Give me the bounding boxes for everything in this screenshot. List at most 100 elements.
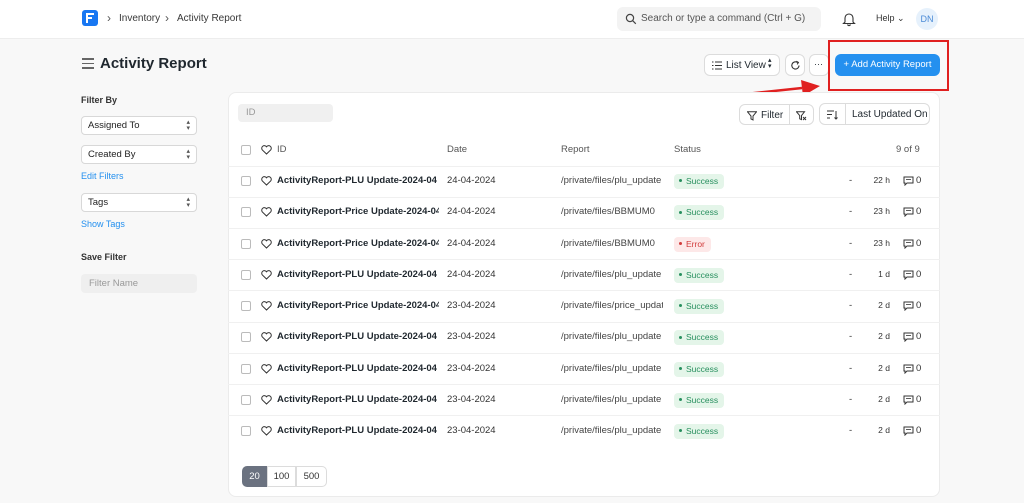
page-size-100-button[interactable]: 100 bbox=[267, 466, 296, 487]
tags-select[interactable]: Tags ▴ ▾ bbox=[81, 193, 197, 212]
filter-button[interactable]: Filter bbox=[739, 104, 814, 125]
row-divider bbox=[228, 227, 940, 229]
heart-icon[interactable] bbox=[261, 238, 272, 249]
select-caret-icon: ▴ ▾ bbox=[186, 119, 190, 132]
sidebar-toggle-icon[interactable] bbox=[82, 58, 94, 70]
row-report-path: /private/files/BBMUM0 bbox=[561, 237, 655, 249]
page-size-20-button[interactable]: 20 bbox=[242, 466, 267, 487]
refresh-icon bbox=[791, 60, 800, 70]
more-icon: ··· bbox=[814, 59, 823, 69]
column-header-report: Report bbox=[561, 144, 590, 155]
row-name[interactable]: ActivityReport-PLU Update-2024-04 bbox=[277, 331, 439, 342]
row-checkbox[interactable] bbox=[241, 394, 251, 405]
row-modified: 2 d bbox=[878, 331, 890, 342]
list-view-button[interactable]: List View ▴ ▾ bbox=[704, 54, 780, 76]
row-date: 24-04-2024 bbox=[447, 268, 496, 280]
row-name[interactable]: ActivityReport-PLU Update-2024-04 bbox=[277, 394, 439, 405]
heart-icon[interactable] bbox=[261, 363, 272, 374]
row-name[interactable]: ActivityReport-Price Update-2024-04 bbox=[277, 300, 439, 311]
row-checkbox[interactable] bbox=[241, 301, 251, 311]
comment-icon bbox=[903, 270, 914, 280]
row-checkbox[interactable] bbox=[241, 176, 251, 186]
created-by-select[interactable]: Created By ▴ ▾ bbox=[81, 145, 197, 164]
app-logo-icon[interactable] bbox=[82, 10, 98, 26]
row-dash: - bbox=[849, 206, 853, 218]
notification-bell-icon[interactable] bbox=[842, 11, 856, 27]
row-name[interactable]: ActivityReport-Price Update-2024-04 bbox=[277, 206, 439, 217]
assigned-to-label: Assigned To bbox=[88, 120, 140, 131]
row-name[interactable]: ActivityReport-Price Update-2024-04 bbox=[277, 238, 439, 249]
search-input[interactable]: Search or type a command (Ctrl + G) bbox=[617, 7, 821, 31]
heart-icon[interactable] bbox=[261, 269, 272, 280]
heart-icon[interactable] bbox=[261, 426, 272, 436]
list-icon bbox=[712, 61, 722, 70]
row-modified: 1 d bbox=[878, 268, 890, 279]
row-checkbox[interactable] bbox=[241, 207, 251, 218]
row-report-path: /private/files/plu_update bbox=[561, 393, 662, 405]
select-all-checkbox[interactable] bbox=[241, 145, 251, 155]
comment-icon bbox=[903, 239, 914, 249]
record-count: 9 of 9 bbox=[896, 144, 920, 155]
help-dropdown[interactable]: Help ⌄ bbox=[876, 13, 905, 24]
row-dash: - bbox=[849, 393, 853, 405]
row-checkbox[interactable] bbox=[241, 332, 251, 343]
filter-icon bbox=[747, 111, 757, 121]
page-title: Activity Report bbox=[100, 55, 207, 72]
id-filter-input[interactable]: ID bbox=[238, 104, 333, 122]
row-date: 24-04-2024 bbox=[447, 175, 496, 186]
row-report-path: /private/files/plu_update bbox=[561, 268, 662, 280]
more-options-button[interactable]: ··· bbox=[809, 54, 829, 76]
row-modified: 22 h bbox=[873, 175, 890, 185]
heart-icon[interactable] bbox=[261, 207, 272, 217]
select-caret-icon: ▴ ▾ bbox=[768, 57, 772, 70]
row-comment-count: 0 bbox=[916, 237, 922, 249]
row-checkbox[interactable] bbox=[241, 363, 251, 374]
breadcrumb-activity-report[interactable]: Activity Report bbox=[177, 13, 241, 24]
assigned-to-select[interactable]: Assigned To ▴ ▾ bbox=[81, 116, 197, 135]
row-checkbox[interactable] bbox=[241, 426, 251, 436]
show-tags-link[interactable]: Show Tags bbox=[81, 219, 125, 229]
avatar[interactable]: DN bbox=[916, 8, 938, 30]
row-comment-count: 0 bbox=[916, 393, 922, 405]
filter-clear-icon[interactable] bbox=[796, 111, 807, 121]
row-date: 24-04-2024 bbox=[447, 237, 496, 249]
help-label: Help bbox=[876, 13, 895, 23]
heart-icon[interactable] bbox=[261, 145, 272, 155]
status-label: Error bbox=[686, 238, 705, 249]
filter-label: Filter bbox=[761, 110, 784, 121]
row-name[interactable]: ActivityReport-PLU Update-2024-04 bbox=[277, 269, 439, 280]
row-report-path: /private/files/BBMUM0 bbox=[561, 206, 655, 218]
row-name[interactable]: ActivityReport-PLU Update-2024-04 bbox=[277, 425, 439, 436]
status-badge: Success bbox=[674, 174, 725, 189]
row-divider bbox=[228, 321, 940, 323]
status-badge: Success bbox=[674, 330, 725, 346]
comment-icon bbox=[903, 301, 914, 311]
refresh-button[interactable] bbox=[785, 54, 805, 76]
heart-icon[interactable] bbox=[261, 176, 272, 186]
tags-label: Tags bbox=[88, 197, 109, 208]
status-label: Success bbox=[686, 426, 719, 436]
breadcrumb-inventory[interactable]: Inventory bbox=[119, 13, 160, 24]
comment-icon bbox=[903, 395, 914, 405]
status-badge: Success bbox=[674, 424, 725, 439]
heart-icon[interactable] bbox=[261, 301, 272, 311]
row-modified: 2 d bbox=[878, 425, 890, 435]
status-label: Success bbox=[686, 207, 719, 218]
status-badge: Error bbox=[674, 236, 711, 252]
row-name[interactable]: ActivityReport-PLU Update-2024-04 bbox=[277, 175, 439, 186]
row-divider bbox=[228, 259, 940, 261]
row-checkbox[interactable] bbox=[241, 238, 251, 249]
row-checkbox[interactable] bbox=[241, 269, 251, 280]
page-size-500-button[interactable]: 500 bbox=[296, 466, 327, 487]
search-placeholder: Search or type a command (Ctrl + G) bbox=[641, 13, 806, 24]
heart-icon[interactable] bbox=[261, 394, 272, 405]
status-badge: Success bbox=[674, 392, 725, 408]
sort-button[interactable]: Last Updated On bbox=[819, 103, 930, 125]
row-dash: - bbox=[849, 300, 853, 311]
row-name[interactable]: ActivityReport-PLU Update-2024-04 bbox=[277, 363, 439, 374]
edit-filters-link[interactable]: Edit Filters bbox=[81, 171, 124, 181]
filter-name-input[interactable]: Filter Name bbox=[81, 274, 197, 293]
heart-icon[interactable] bbox=[261, 332, 272, 342]
row-divider bbox=[228, 290, 940, 292]
row-date: 23-04-2024 bbox=[447, 393, 496, 405]
